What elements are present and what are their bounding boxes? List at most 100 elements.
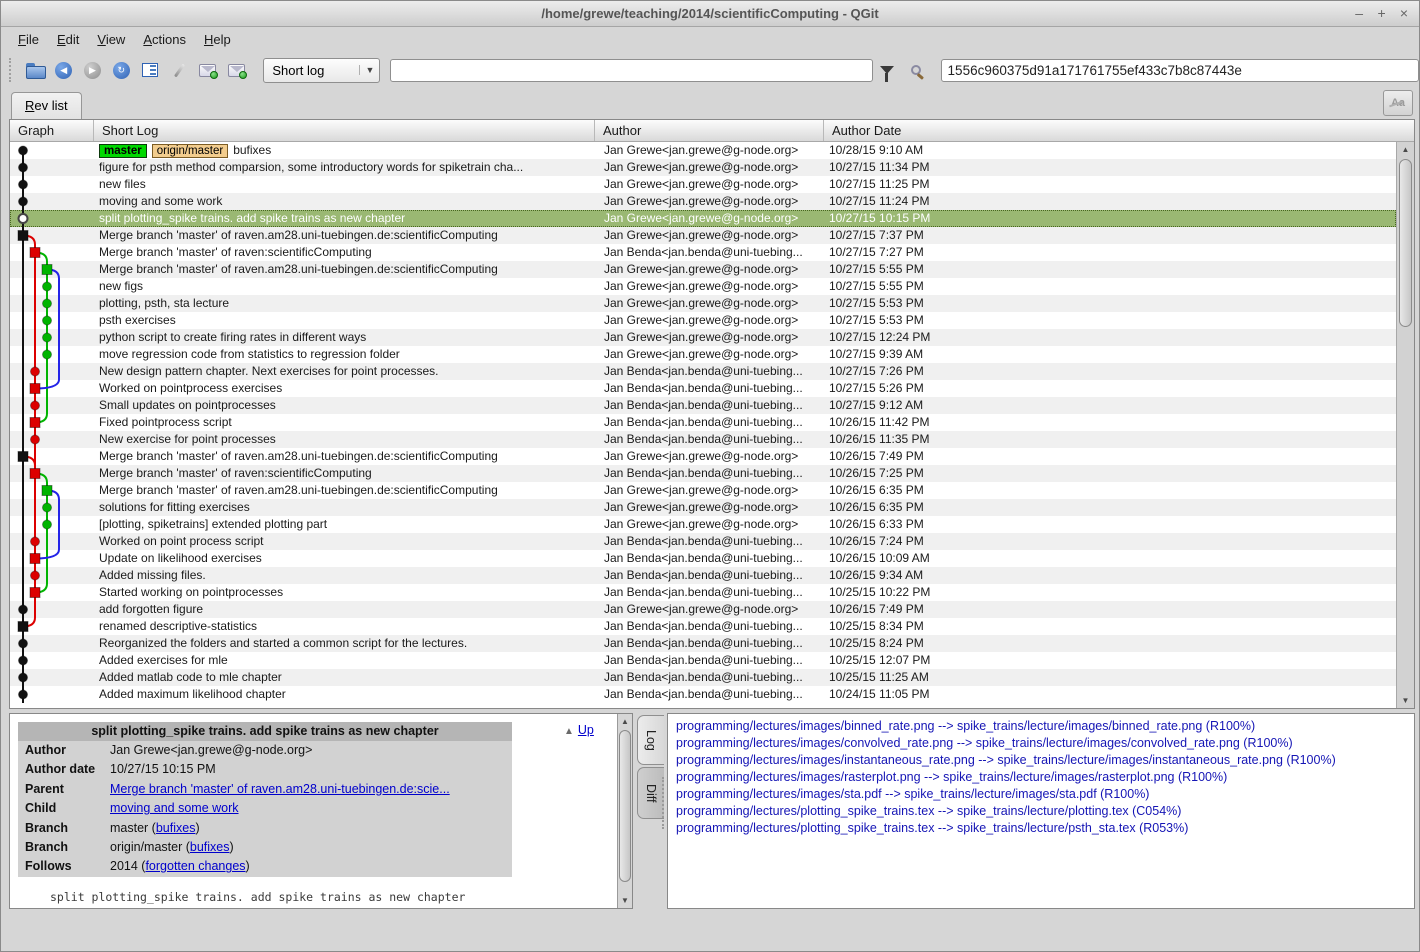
table-row[interactable]: Update on likelihood exercisesJan Benda<… bbox=[10, 550, 1396, 567]
scrollbar-thumb[interactable] bbox=[1399, 159, 1412, 327]
file-rename-entry[interactable]: programming/lectures/images/sta.pdf --> … bbox=[668, 786, 1414, 803]
commit-link[interactable]: moving and some work bbox=[110, 801, 239, 815]
apply-patch-button[interactable] bbox=[223, 57, 251, 83]
menu-edit[interactable]: Edit bbox=[48, 27, 88, 53]
title-bar: /home/grewe/teaching/2014/scientificComp… bbox=[1, 1, 1419, 27]
table-row[interactable]: New design pattern chapter. Next exercis… bbox=[10, 363, 1396, 380]
detail-label: Child bbox=[18, 799, 110, 818]
table-row[interactable]: Started working on pointprocessesJan Ben… bbox=[10, 584, 1396, 601]
tab-log[interactable]: Log bbox=[637, 715, 664, 765]
table-row[interactable]: Added exercises for mleJan Benda<jan.ben… bbox=[10, 652, 1396, 669]
highlight-search-button[interactable]: A̶a bbox=[1383, 90, 1413, 116]
file-rename-entry[interactable]: programming/lectures/images/rasterplot.p… bbox=[668, 769, 1414, 786]
menu-bar: FileEditViewActionsHelp bbox=[1, 27, 1419, 53]
table-row[interactable]: [plotting, spiketrains] extended plottin… bbox=[10, 516, 1396, 533]
filter-input[interactable] bbox=[390, 59, 872, 82]
menu-file[interactable]: File bbox=[9, 27, 48, 53]
table-row[interactable]: plotting, psth, sta lectureJan Grewe<jan… bbox=[10, 295, 1396, 312]
table-row[interactable]: split plotting_spike trains. add spike t… bbox=[10, 210, 1396, 227]
file-rename-entry[interactable]: programming/lectures/images/instantaneou… bbox=[668, 752, 1414, 769]
table-row[interactable]: python script to create firing rates in … bbox=[10, 329, 1396, 346]
scrollbar-thumb[interactable] bbox=[619, 730, 631, 882]
log-view-select[interactable]: Short log ▼ bbox=[263, 58, 380, 83]
menu-view[interactable]: View bbox=[88, 27, 134, 53]
commit-author: Jan Benda<jan.benda@uni-tuebing... bbox=[595, 567, 824, 584]
apply-patch-icon bbox=[228, 64, 245, 77]
column-header-short-log[interactable]: Short Log bbox=[94, 120, 595, 141]
table-row[interactable]: Merge branch 'master' of raven.am28.uni-… bbox=[10, 482, 1396, 499]
commit-subject: figure for psth method comparsion, some … bbox=[99, 160, 523, 174]
close-button[interactable]: × bbox=[1395, 1, 1413, 26]
table-row[interactable]: Merge branch 'master' of raven:scientifi… bbox=[10, 465, 1396, 482]
scroll-down-icon[interactable]: ▼ bbox=[618, 893, 632, 908]
table-row[interactable]: new filesJan Grewe<jan.grewe@g-node.org>… bbox=[10, 176, 1396, 193]
commit-subject: Added missing files. bbox=[99, 568, 206, 582]
table-row[interactable]: Fixed pointprocess scriptJan Benda<jan.b… bbox=[10, 414, 1396, 431]
pin-button[interactable] bbox=[165, 57, 193, 83]
rev-list-scrollbar[interactable]: ▲ ▼ bbox=[1396, 142, 1414, 708]
table-row[interactable]: Added maximum likelihood chapterJan Bend… bbox=[10, 686, 1396, 703]
tab-rev-list[interactable]: Rev list bbox=[11, 92, 82, 119]
commit-author: Jan Grewe<jan.grewe@g-node.org> bbox=[595, 448, 824, 465]
commit-link[interactable]: forgotten changes bbox=[145, 859, 245, 873]
table-row[interactable]: Added matlab code to mle chapterJan Bend… bbox=[10, 669, 1396, 686]
maximize-button[interactable]: + bbox=[1373, 1, 1391, 26]
table-row[interactable]: Merge branch 'master' of raven.am28.uni-… bbox=[10, 227, 1396, 244]
table-row[interactable]: Merge branch 'master' of raven.am28.uni-… bbox=[10, 448, 1396, 465]
splitter-handle[interactable] bbox=[662, 777, 665, 829]
table-row[interactable]: add forgotten figureJan Grewe<jan.grewe@… bbox=[10, 601, 1396, 618]
filter-button[interactable] bbox=[873, 57, 901, 83]
commit-author: Jan Grewe<jan.grewe@g-node.org> bbox=[595, 499, 824, 516]
search-edit-button[interactable] bbox=[902, 57, 930, 83]
up-link[interactable]: Up bbox=[578, 723, 594, 737]
commit-subject: New exercise for point processes bbox=[99, 432, 276, 446]
table-row[interactable]: moving and some workJan Grewe<jan.grewe@… bbox=[10, 193, 1396, 210]
table-row[interactable]: Small updates on pointprocessesJan Benda… bbox=[10, 397, 1396, 414]
menu-actions[interactable]: Actions bbox=[134, 27, 195, 53]
table-row[interactable]: Reorganized the folders and started a co… bbox=[10, 635, 1396, 652]
column-header-author[interactable]: Author bbox=[595, 120, 824, 141]
commit-author: Jan Benda<jan.benda@uni-tuebing... bbox=[595, 397, 824, 414]
file-rename-entry[interactable]: programming/lectures/plotting_spike_trai… bbox=[668, 820, 1414, 837]
table-row[interactable]: move regression code from statistics to … bbox=[10, 346, 1396, 363]
save-patch-button[interactable] bbox=[194, 57, 222, 83]
minimize-button[interactable]: – bbox=[1350, 1, 1368, 26]
table-row[interactable]: New exercise for point processesJan Bend… bbox=[10, 431, 1396, 448]
back-button[interactable]: ◀ bbox=[50, 57, 78, 83]
table-row[interactable]: figure for psth method comparsion, some … bbox=[10, 159, 1396, 176]
table-row[interactable]: renamed descriptive-statisticsJan Benda<… bbox=[10, 618, 1396, 635]
table-row[interactable]: masterorigin/masterbufixesJan Grewe<jan.… bbox=[10, 142, 1396, 159]
commit-link[interactable]: bufixes bbox=[190, 840, 230, 854]
forward-button[interactable]: ▶ bbox=[79, 57, 107, 83]
sha-input[interactable] bbox=[941, 59, 1420, 82]
toolbar-handle[interactable] bbox=[9, 58, 15, 82]
table-row[interactable]: psth exercisesJan Grewe<jan.grewe@g-node… bbox=[10, 312, 1396, 329]
view-split-button[interactable] bbox=[136, 57, 164, 83]
file-rename-entry[interactable]: programming/lectures/images/binned_rate.… bbox=[668, 718, 1414, 735]
table-row[interactable]: Worked on pointprocess exercisesJan Bend… bbox=[10, 380, 1396, 397]
table-row[interactable]: Added missing files. Jan Benda<jan.benda@… bbox=[10, 567, 1396, 584]
table-row[interactable]: new figsJan Grewe<jan.grewe@g-node.org>1… bbox=[10, 278, 1396, 295]
commit-author: Jan Grewe<jan.grewe@g-node.org> bbox=[595, 601, 824, 618]
commit-link[interactable]: Merge branch 'master' of raven.am28.uni-… bbox=[110, 782, 450, 796]
open-repository-button[interactable] bbox=[21, 57, 49, 83]
commit-author: Jan Benda<jan.benda@uni-tuebing... bbox=[595, 414, 824, 431]
table-row[interactable]: Merge branch 'master' of raven.am28.uni-… bbox=[10, 261, 1396, 278]
scroll-up-icon[interactable]: ▲ bbox=[1397, 142, 1414, 157]
refresh-button[interactable]: ↻ bbox=[107, 57, 135, 83]
column-header-graph[interactable]: Graph bbox=[10, 120, 94, 141]
scroll-down-icon[interactable]: ▼ bbox=[1397, 693, 1414, 708]
column-header-author-date[interactable]: Author Date bbox=[824, 120, 1414, 141]
commit-link[interactable]: bufixes bbox=[156, 821, 196, 835]
scroll-up-icon[interactable]: ▲ bbox=[618, 714, 632, 729]
commit-details-panel: split plotting_spike trains. add spike t… bbox=[9, 713, 633, 909]
table-row[interactable]: solutions for fitting exercisesJan Grewe… bbox=[10, 499, 1396, 516]
file-rename-entry[interactable]: programming/lectures/images/convolved_ra… bbox=[668, 735, 1414, 752]
details-scrollbar[interactable]: ▲ ▼ bbox=[617, 714, 632, 908]
commit-subject: move regression code from statistics to … bbox=[99, 347, 400, 361]
table-row[interactable]: Worked on point process scriptJan Benda<… bbox=[10, 533, 1396, 550]
table-row[interactable]: Merge branch 'master' of raven:scientifi… bbox=[10, 244, 1396, 261]
menu-help[interactable]: Help bbox=[195, 27, 240, 53]
file-rename-entry[interactable]: programming/lectures/plotting_spike_trai… bbox=[668, 803, 1414, 820]
tab-diff[interactable]: Diff bbox=[637, 767, 664, 819]
